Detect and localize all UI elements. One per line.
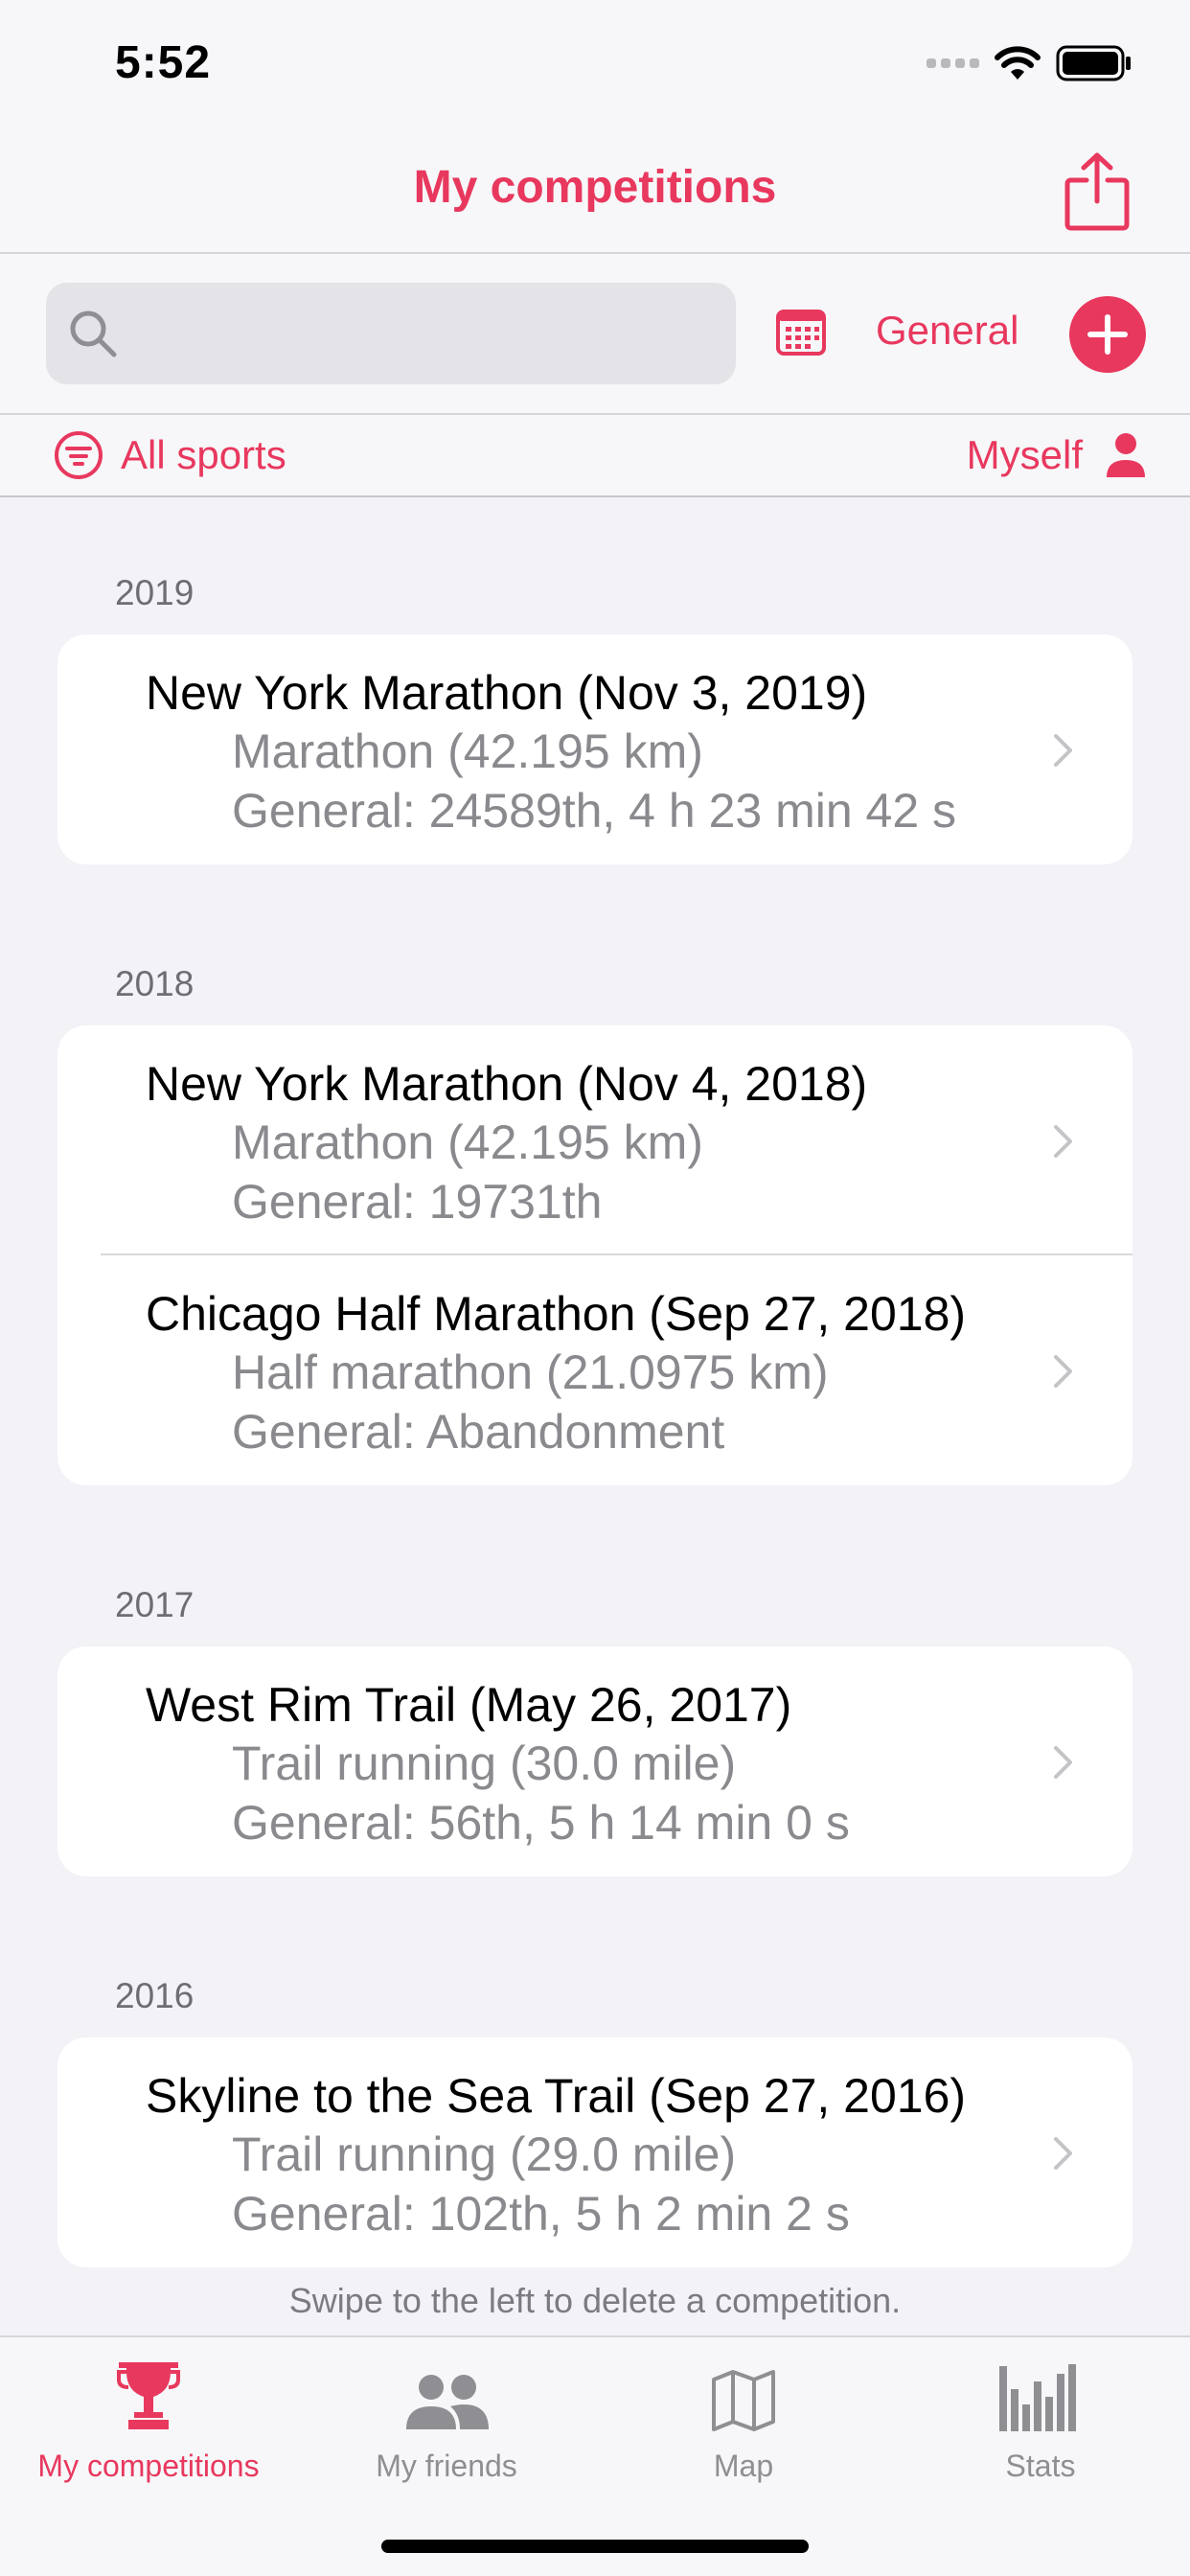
list-item[interactable]: New York Marathon (Nov 3, 2019) Marathon…	[57, 634, 1133, 864]
section-card: New York Marathon (Nov 4, 2018) Marathon…	[57, 1025, 1133, 1485]
person-filter-label: Myself	[966, 432, 1083, 477]
section-header-year: 2019	[115, 573, 195, 612]
status-icons	[927, 44, 1133, 82]
trophy-icon	[117, 2362, 180, 2429]
chevron-right-icon	[1054, 1125, 1072, 1158]
plus-icon	[1087, 314, 1128, 355]
tab-stats[interactable]: Stats	[897, 2355, 1184, 2484]
competition-distance: Marathon (42.195 km)	[232, 1116, 703, 1169]
tab-my-competitions[interactable]: My competitions	[5, 2355, 292, 2484]
swipe-hint: Swipe to the left to delete a competitio…	[288, 2281, 902, 2320]
competition-title: West Rim Trail (May 26, 2017)	[146, 1678, 792, 1732]
page-title: My competitions	[413, 162, 777, 213]
competition-distance: Trail running (29.0 mile)	[232, 2128, 737, 2181]
section-card: New York Marathon (Nov 3, 2019) Marathon…	[57, 634, 1133, 864]
tab-label: My friends	[376, 2449, 517, 2483]
search-icon	[70, 310, 117, 357]
filter-icon	[55, 431, 103, 479]
tab-my-friends[interactable]: My friends	[303, 2355, 590, 2484]
list-item[interactable]: West Rim Trail (May 26, 2017) Trail runn…	[57, 1646, 1133, 1876]
tab-label: Map	[713, 2449, 774, 2483]
competition-distance: Half marathon (21.0975 km)	[232, 1346, 829, 1399]
search-input[interactable]	[46, 283, 736, 384]
tab-label: My competitions	[37, 2449, 260, 2483]
competition-title: New York Marathon (Nov 3, 2019)	[146, 666, 868, 720]
person-filter-button[interactable]: Myself	[967, 428, 1148, 482]
chevron-right-icon	[1054, 734, 1072, 767]
status-time: 5:52	[115, 37, 212, 88]
chevron-right-icon	[1054, 1355, 1072, 1388]
list-item[interactable]: New York Marathon (Nov 4, 2018) Marathon…	[57, 1025, 1133, 1255]
tab-map[interactable]: Map	[600, 2355, 887, 2484]
sports-filter-button[interactable]: All sports	[54, 428, 286, 482]
sports-filter-label: All sports	[121, 432, 286, 477]
section-card: Skyline to the Sea Trail (Sep 27, 2016) …	[57, 2037, 1133, 2267]
competition-result: General: 56th, 5 h 14 min 0 s	[232, 1796, 850, 1850]
section-header-year: 2017	[115, 1585, 195, 1624]
wifi-icon	[995, 46, 1041, 80]
list-item[interactable]: Chicago Half Marathon (Sep 27, 2018) Hal…	[57, 1255, 1133, 1485]
person-icon	[1107, 433, 1145, 477]
map-icon	[712, 2370, 775, 2431]
calendar-icon[interactable]	[772, 304, 830, 361]
section-header-year: 2016	[115, 1976, 195, 2015]
share-icon[interactable]	[1064, 151, 1131, 232]
chevron-right-icon	[1054, 1746, 1072, 1779]
cellular-signal-icon	[927, 58, 979, 68]
tab-label: Stats	[1005, 2449, 1076, 2483]
general-ranking-button[interactable]: General	[876, 308, 1018, 354]
competition-result: General: 24589th, 4 h 23 min 42 s	[232, 784, 957, 838]
competition-result: General: Abandonment	[232, 1405, 725, 1459]
competition-distance: Trail running (30.0 mile)	[232, 1736, 737, 1790]
toolbar: General	[0, 254, 1190, 415]
competition-title: New York Marathon (Nov 4, 2018)	[146, 1057, 868, 1111]
people-icon	[406, 2375, 489, 2429]
competition-result: General: 19731th	[232, 1175, 603, 1229]
section-header-year: 2018	[115, 964, 195, 1003]
navigation-bar: My competitions	[0, 126, 1190, 254]
competition-title: Skyline to the Sea Trail (Sep 27, 2016)	[146, 2069, 967, 2123]
home-indicator[interactable]	[381, 2540, 809, 2553]
competition-result: General: 102th, 5 h 2 min 2 s	[232, 2187, 850, 2241]
status-bar: 5:52	[0, 0, 1190, 126]
section-card: West Rim Trail (May 26, 2017) Trail runn…	[57, 1646, 1133, 1876]
competition-title: Chicago Half Marathon (Sep 27, 2018)	[146, 1287, 967, 1341]
chevron-right-icon	[1054, 2137, 1072, 2170]
filter-bar: All sports Myself	[0, 415, 1190, 497]
list-item[interactable]: Skyline to the Sea Trail (Sep 27, 2016) …	[57, 2037, 1133, 2267]
bar-chart-icon	[999, 2364, 1076, 2431]
battery-icon	[1056, 45, 1131, 81]
competition-distance: Marathon (42.195 km)	[232, 724, 703, 778]
add-competition-button[interactable]	[1069, 296, 1146, 373]
